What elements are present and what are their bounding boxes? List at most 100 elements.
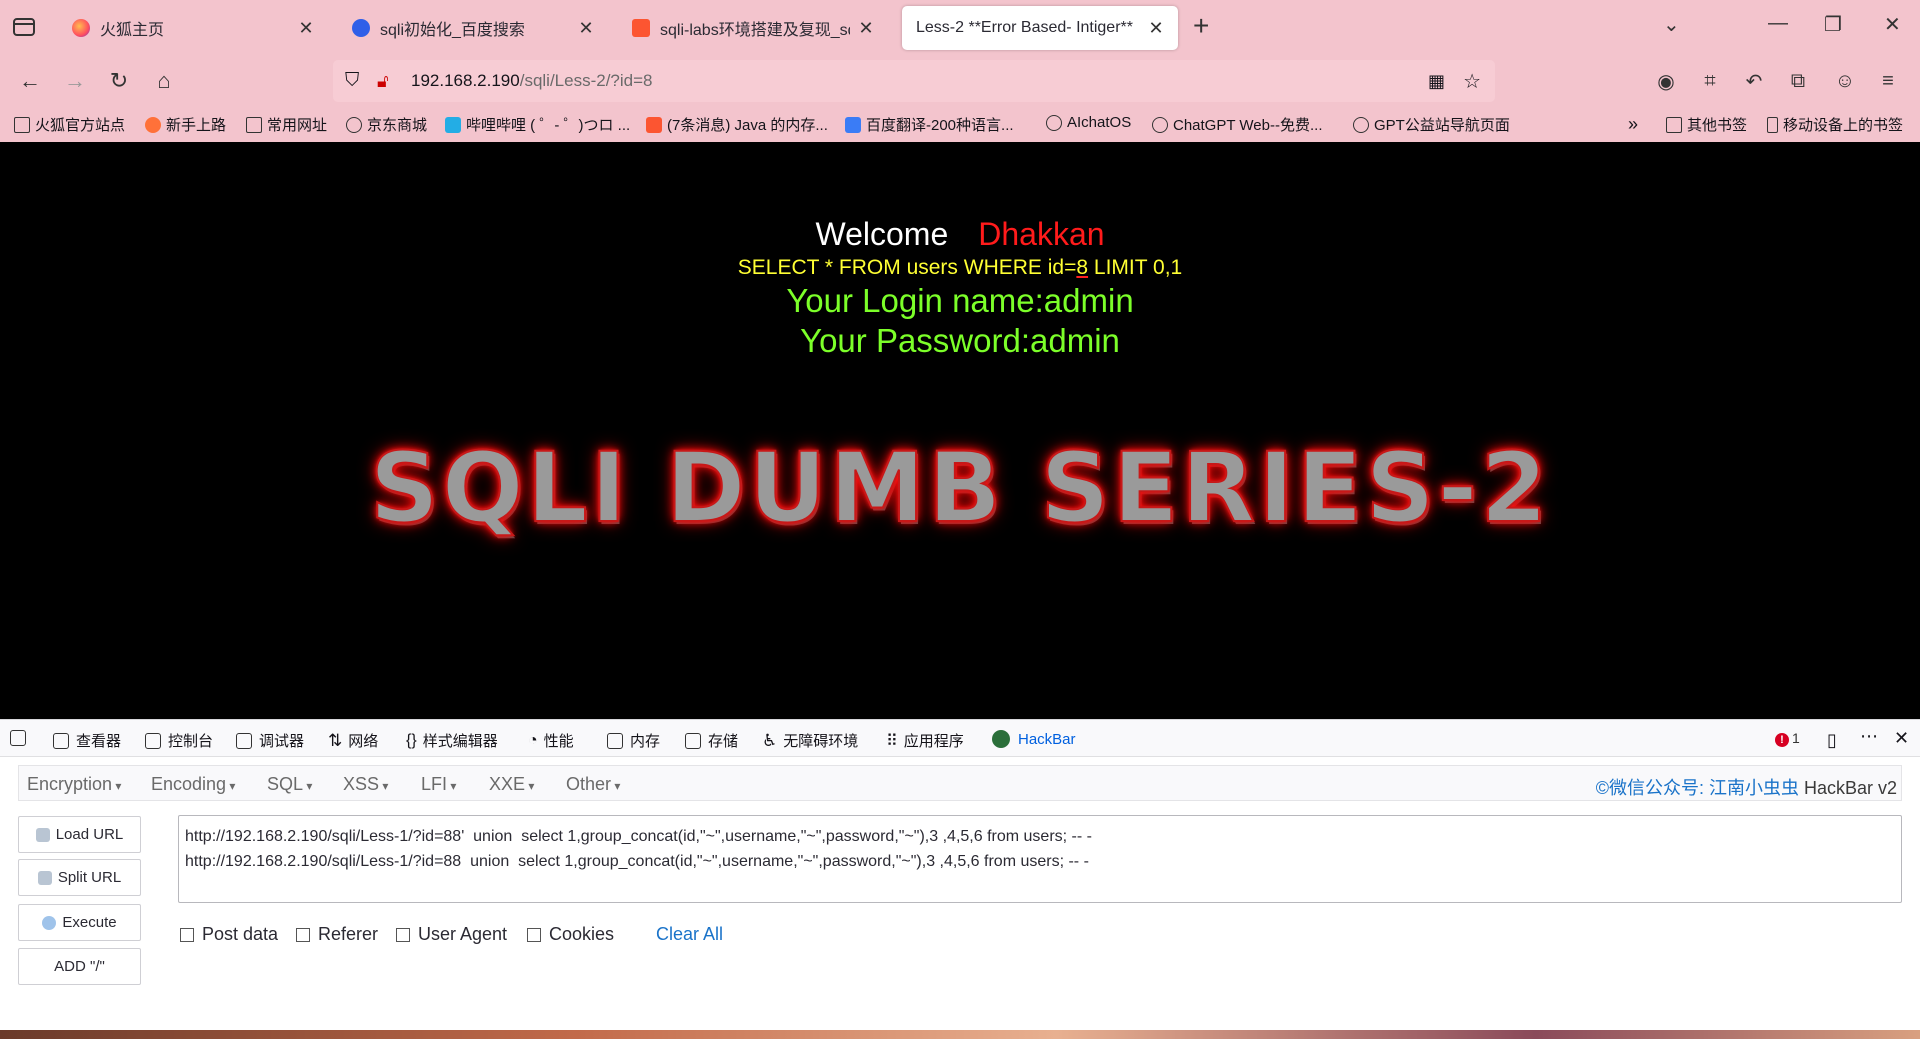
gauge-icon: ◔ — [528, 731, 538, 749]
bookmark-item[interactable]: 哔哩哔哩 ( ゜- ゜)つロ ... — [445, 114, 630, 135]
tab-firefox-home[interactable]: 火狐主页 ✕ — [56, 6, 328, 50]
menu-encoding[interactable]: Encoding — [151, 774, 235, 795]
bookmark-item[interactable]: (7条消息) Java 的内存... — [646, 114, 828, 135]
menu-icon[interactable]: ≡ — [1873, 66, 1903, 96]
more-options-icon[interactable]: ⋯ — [1860, 726, 1878, 747]
globe-icon — [1046, 114, 1062, 131]
restore-icon[interactable]: ❐ — [1824, 12, 1842, 37]
bookmarks-bar: 火狐官方站点 新手上路 常用网址 京东商城 哔哩哔哩 ( ゜- ゜)つロ ...… — [0, 108, 1920, 142]
reload-icon[interactable]: ↻ — [104, 66, 134, 96]
new-tab-button[interactable]: + — [1193, 12, 1209, 40]
bookmark-item[interactable]: 其他书签 — [1666, 114, 1747, 135]
post-data-checkbox[interactable]: Post data — [180, 924, 278, 945]
page-content: Welcome Dhakkan SELECT * FROM users WHERE… — [0, 142, 1920, 719]
firefox-icon — [145, 116, 161, 133]
devtools-toolbar: 查看器 控制台 调试器 ⇅ 网络 {} 样式编辑器 ◔ 性能 内存 存储 ♿︎ 无障碍环… — [0, 719, 1920, 757]
load-icon — [35, 827, 50, 842]
debugger-icon — [236, 732, 252, 749]
folder-icon — [14, 116, 30, 133]
password: Your Password:admin — [800, 322, 1120, 359]
user-agent-checkbox[interactable]: User Agent — [396, 924, 507, 945]
tab-title: sqli-labs环境搭建及复现_sqlla — [660, 22, 850, 39]
menu-xss[interactable]: XSS — [343, 774, 388, 795]
tab-strip: 火狐主页 ✕ sqli初始化_百度搜索 ✕ sqli-labs环境搭建及复现_s… — [0, 0, 1920, 54]
tab-storage[interactable]: 存储 — [685, 730, 738, 751]
undo-icon[interactable]: ↶ — [1739, 66, 1769, 96]
close-icon[interactable]: ✕ — [856, 18, 876, 39]
welcome-line: Welcome Dhakkan — [0, 216, 1920, 253]
bookmark-item[interactable]: 京东商城 — [346, 114, 427, 135]
bookmark-item[interactable]: 火狐官方站点 — [14, 114, 125, 135]
network-icon: ⇅ — [328, 730, 343, 750]
minimize-icon[interactable]: — — [1768, 12, 1788, 35]
url-textarea[interactable]: http://192.168.2.190/sqli/Less-1/?id=88'… — [178, 815, 1902, 903]
menu-xxe[interactable]: XXE — [489, 774, 534, 795]
home-icon[interactable]: ⌂ — [149, 66, 179, 96]
tab-accessibility[interactable]: ♿︎ 无障碍环境 — [762, 730, 858, 751]
hackbar-panel: Encryption Encoding SQL XSS LFI XXE Othe… — [0, 757, 1920, 1039]
tab-memory[interactable]: 内存 — [607, 730, 660, 751]
globe-icon — [1353, 116, 1369, 133]
bookmarks-overflow-icon[interactable]: » — [1628, 114, 1638, 135]
close-icon[interactable]: ✕ — [296, 18, 316, 39]
url-bar[interactable]: ⛉ 🔓︎ 192.168.2.190/sqli/Less-2/?id=8 ▦ ☆ — [333, 60, 1495, 102]
element-picker-icon[interactable] — [10, 730, 26, 746]
crop-icon[interactable]: ⌗ — [1695, 66, 1725, 96]
query-id: 8 — [1076, 256, 1089, 279]
bookmark-item[interactable]: 移动设备上的书签 — [1767, 114, 1903, 135]
split-url-button[interactable]: Split URL — [18, 859, 141, 896]
tab-inspector[interactable]: 查看器 — [53, 730, 121, 751]
inspector-icon — [53, 732, 69, 749]
shield-icon[interactable]: ⛉ — [345, 70, 359, 92]
series-banner: SQLI DUMB SERIES-2 — [369, 431, 1551, 545]
tab-less-2[interactable]: Less-2 **Error Based- Intiger** ✕ — [902, 6, 1178, 50]
folder-icon — [246, 116, 262, 133]
menu-lfi[interactable]: LFI — [421, 774, 456, 795]
chevron-down-icon[interactable]: ⌄ — [1663, 12, 1680, 37]
tab-baidu-search[interactable]: sqli初始化_百度搜索 ✕ — [336, 6, 608, 50]
close-icon[interactable]: ✕ — [1146, 18, 1166, 39]
add-slash-button[interactable]: ADD "/" — [18, 948, 141, 985]
back-arrow-icon[interactable]: ← — [15, 66, 45, 96]
extensions-icon[interactable]: ⧉ — [1783, 66, 1813, 96]
menu-encryption[interactable]: Encryption — [27, 774, 121, 795]
tab-csdn[interactable]: sqli-labs环境搭建及复现_sqlla ✕ — [616, 6, 888, 50]
bookmark-item[interactable]: AIchatOS — [1046, 114, 1131, 131]
tab-network[interactable]: ⇅ 网络 — [328, 730, 378, 751]
menu-other[interactable]: Other — [566, 774, 620, 795]
baidu-translate-icon — [845, 116, 861, 133]
bilibili-icon — [445, 116, 461, 133]
cookies-checkbox[interactable]: Cookies — [527, 924, 614, 945]
mobile-icon — [1767, 116, 1778, 133]
menu-sql[interactable]: SQL — [267, 774, 312, 795]
bookmark-item[interactable]: 新手上路 — [145, 114, 226, 135]
extension-globe-icon[interactable]: ◉ — [1651, 66, 1681, 96]
tab-application[interactable]: ⠿ 应用程序 — [886, 730, 964, 751]
tab-style-editor[interactable]: {} 样式编辑器 — [406, 730, 498, 751]
tab-hackbar[interactable]: HackBar — [992, 730, 1076, 748]
bookmark-item[interactable]: 常用网址 — [246, 114, 327, 135]
close-devtools-icon[interactable]: ✕ — [1894, 728, 1909, 749]
referer-checkbox[interactable]: Referer — [296, 924, 378, 945]
bookmark-star-icon[interactable]: ☆ — [1463, 69, 1481, 94]
storage-icon — [685, 732, 701, 749]
tab-list-icon[interactable] — [12, 16, 36, 38]
close-window-icon[interactable]: ✕ — [1884, 12, 1901, 37]
bookmark-item[interactable]: ChatGPT Web--免费... — [1152, 114, 1322, 135]
forward-arrow-icon[interactable]: → — [60, 66, 90, 96]
insecure-lock-icon[interactable]: 🔓︎ — [377, 71, 389, 92]
tab-console[interactable]: 控制台 — [145, 730, 213, 751]
dock-icon[interactable]: ▯ — [1827, 730, 1837, 751]
tab-debugger[interactable]: 调试器 — [236, 730, 304, 751]
tab-performance[interactable]: ◔ 性能 — [528, 730, 574, 751]
qr-code-icon[interactable]: ▦ — [1428, 71, 1445, 92]
execute-button[interactable]: Execute — [18, 904, 141, 941]
close-icon[interactable]: ✕ — [576, 18, 596, 39]
account-avatar-icon[interactable]: ☺ — [1830, 66, 1860, 96]
load-url-button[interactable]: Load URL — [18, 816, 141, 853]
bookmark-item[interactable]: GPT公益站导航页面 — [1353, 114, 1510, 135]
bookmark-item[interactable]: 百度翻译-200种语言... — [845, 114, 1014, 135]
url-text[interactable]: 192.168.2.190/sqli/Less-2/?id=8 — [411, 71, 653, 91]
clear-all-link[interactable]: Clear All — [656, 924, 723, 945]
error-count[interactable]: ! 1 — [1775, 730, 1800, 747]
